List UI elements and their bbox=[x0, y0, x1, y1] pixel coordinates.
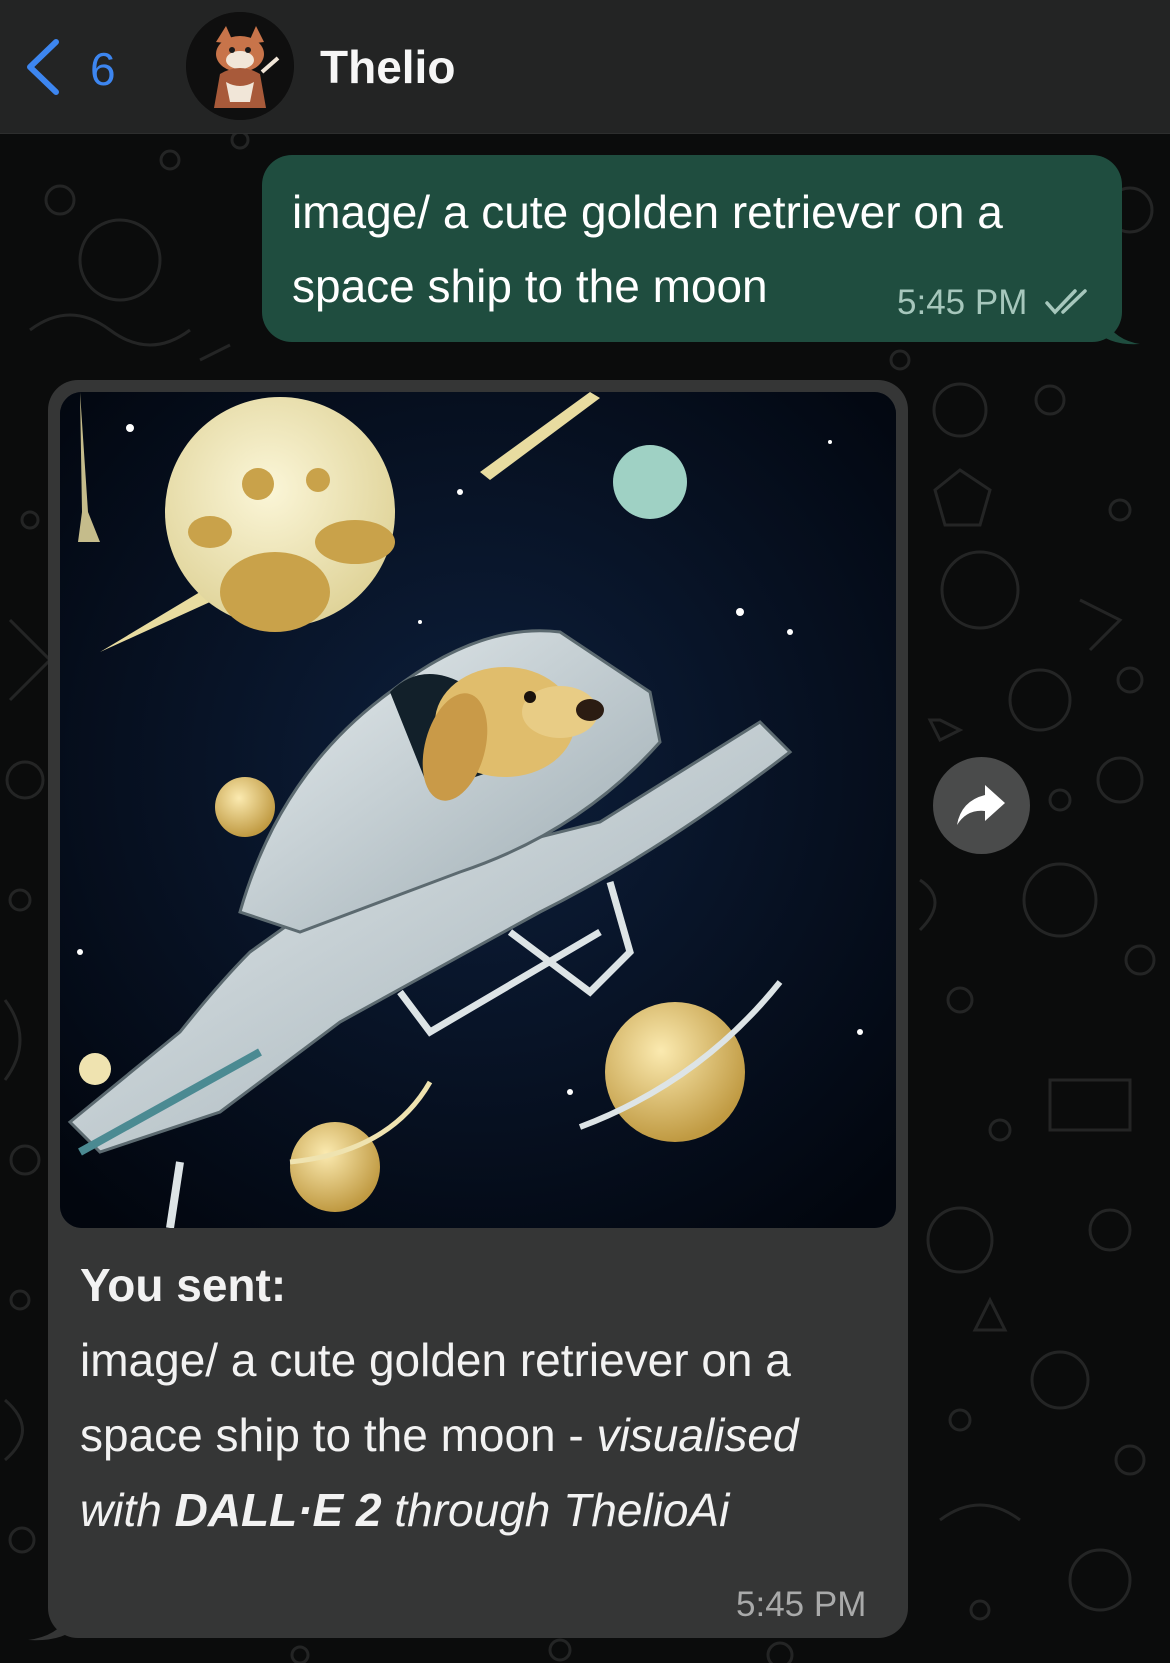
incoming-message-bubble[interactable]: You sent: image/ a cute golden retriever… bbox=[48, 380, 908, 1638]
message-timestamp: 5:45 PM bbox=[897, 283, 1028, 322]
forward-button[interactable] bbox=[933, 757, 1030, 854]
message-caption: You sent: image/ a cute golden retriever… bbox=[80, 1248, 880, 1548]
chat-header: 6 Thelio bbox=[0, 0, 1170, 134]
fox-avatar-icon bbox=[186, 12, 294, 120]
golden-retriever-spaceship-image bbox=[60, 392, 896, 1228]
forward-arrow-icon bbox=[957, 785, 1005, 825]
double-check-icon bbox=[1045, 289, 1087, 315]
outgoing-message-bubble[interactable]: image/ a cute golden retriever on a spac… bbox=[262, 155, 1122, 342]
credit-suffix: through ThelioAi bbox=[394, 1484, 730, 1536]
message-timestamp: 5:45 PM bbox=[736, 1585, 867, 1624]
avatar[interactable] bbox=[186, 12, 294, 120]
chevron-left-icon[interactable] bbox=[22, 38, 66, 96]
credit-brand: DALL·E 2 bbox=[174, 1484, 382, 1536]
unread-count-badge[interactable]: 6 bbox=[90, 42, 116, 96]
contact-name[interactable]: Thelio bbox=[320, 40, 455, 94]
caption-label: You sent: bbox=[80, 1259, 287, 1311]
generated-image[interactable] bbox=[60, 392, 896, 1228]
